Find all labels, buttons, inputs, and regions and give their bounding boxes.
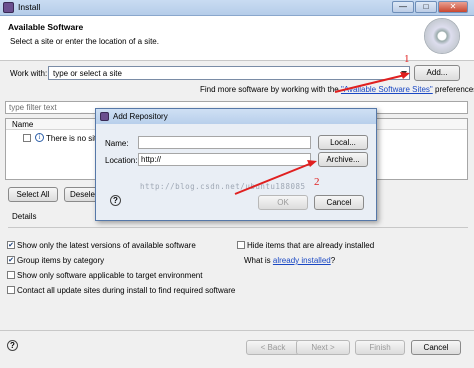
annotation-arrows: [234, 72, 410, 195]
annotation-number-1: 1: [404, 53, 410, 65]
arrow-to-add: [334, 74, 406, 93]
arrow-head-add: [400, 72, 410, 79]
arrow-head-archive: [307, 160, 317, 167]
arrow-to-archive: [234, 162, 313, 195]
annotation-number-2: 2: [314, 176, 320, 188]
